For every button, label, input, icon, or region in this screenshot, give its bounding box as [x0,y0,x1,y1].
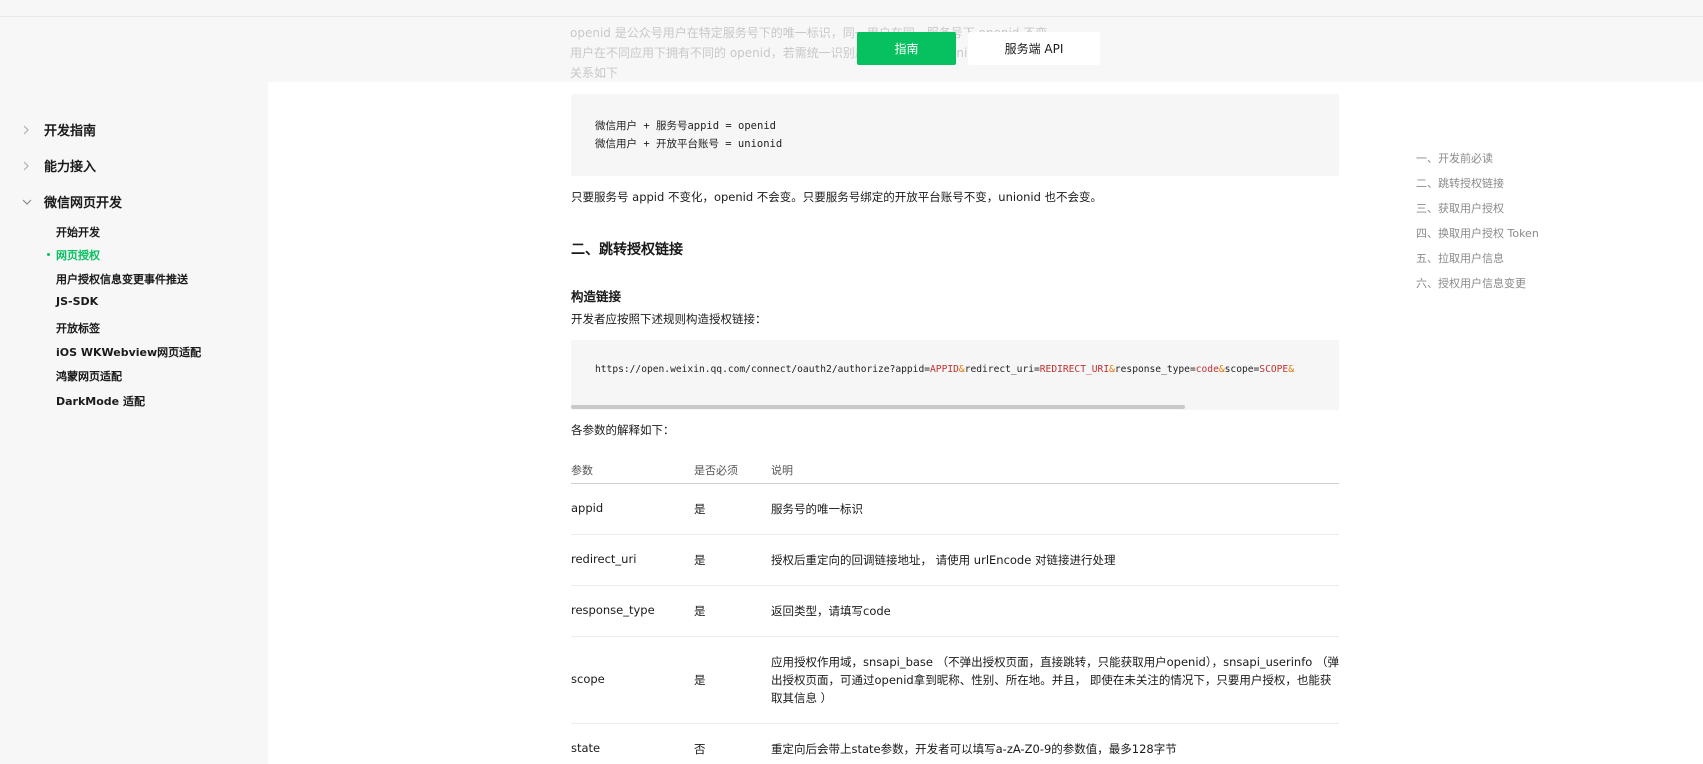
doc-type-tabs: 指南 服务端 API [857,32,1100,65]
param-cell: response_type [571,603,655,617]
code-block-id-relation: 微信用户 + 服务号appid = openid 微信用户 + 开放平台账号 =… [571,94,1339,176]
param-cell: state [571,741,601,755]
column-header-required: 是否必须 [694,464,738,477]
toc-item-dev-prereq[interactable]: 一、开发前必读 [1416,150,1493,166]
id-stability-note: 只要服务号 appid 不变化，openid 不会变。只要服务号绑定的开放平台账… [571,190,1103,204]
horizontal-scrollbar-thumb[interactable] [571,405,1185,409]
desc-cell: 授权后重定向的回调链接地址， 请使用 urlEncode 对链接进行处理 [771,553,1116,567]
url-value: SCOPE [1259,364,1289,375]
column-header-desc: 说明 [771,464,793,477]
params-intro: 各参数的解释如下： [571,423,675,437]
table-row: scope 是 应用授权作用域，snsapi_base （不弹出授权页面，直接跳… [571,637,1339,724]
sidebar-group-web-dev[interactable]: 微信网页开发 [22,192,122,211]
toc-item-get-auth[interactable]: 三、获取用户授权 [1416,200,1504,216]
required-cell: 是 [694,502,706,516]
table-row: redirect_uri 是 授权后重定向的回调链接地址， 请使用 urlEnc… [571,535,1339,586]
active-dot-icon [47,253,50,256]
sidebar-group-capability[interactable]: 能力接入 [22,156,96,175]
page: openid 是公众号用户在特定服务号下的唯一标识，同一用户在同一服务号下 op… [0,0,1703,764]
subsection-intro: 开发者应按照下述规则构造授权链接： [571,312,767,326]
desc-cell: 重定向后会带上state参数，开发者可以填写a-zA-Z0-9的参数值，最多12… [771,742,1177,756]
required-cell: 是 [694,604,706,618]
url-base: https://open.weixin.qq.com/connect/oauth… [595,364,931,375]
url-value: APPID [930,364,959,375]
table-header: 参数 是否必须 说明 [571,452,1339,484]
table-row: state 否 重定向后会带上state参数，开发者可以填写a-zA-Z0-9的… [571,724,1339,764]
param-cell: scope [571,672,605,686]
chevron-right-icon [22,125,44,135]
sidebar-group-dev-guide[interactable]: 开发指南 [22,120,96,139]
sidebar-item-darkmode[interactable]: DarkMode 适配 [56,393,145,409]
section-title: 二、跳转授权链接 [571,242,683,258]
desc-cell: 服务号的唯一标识 [771,502,863,516]
code-line: 微信用户 + 开放平台账号 = unionid [595,138,783,150]
chevron-down-icon [22,198,44,206]
header-band: openid 是公众号用户在特定服务号下的唯一标识，同一用户在同一服务号下 op… [0,17,1703,82]
required-cell: 否 [694,742,706,756]
code-line: 微信用户 + 服务号appid = openid [595,120,776,132]
top-border-strip [0,0,1703,17]
param-cell: appid [571,501,604,515]
sidebar-group-label: 能力接入 [44,160,97,175]
url-value: code [1195,364,1219,375]
sidebar-item-js-sdk[interactable]: JS-SDK [56,295,98,308]
tab-server-api[interactable]: 服务端 API [968,32,1100,65]
sidebar-item-start-dev[interactable]: 开始开发 [56,224,100,240]
required-cell: 是 [694,673,706,687]
desc-cell: 应用授权作用域，snsapi_base （不弹出授权页面，直接跳转，只能获取用户… [771,655,1339,705]
sidebar-item-auth-change-push[interactable]: 用户授权信息变更事件推送 [56,271,188,287]
url-key: scope= [1224,364,1260,375]
sidebar-item-harmony[interactable]: 鸿蒙网页适配 [56,368,122,384]
column-header-param: 参数 [571,464,593,477]
table-row: appid 是 服务号的唯一标识 [571,484,1339,535]
sidebar-item-web-auth[interactable]: 网页授权 [56,247,100,263]
url-amp: & [1288,364,1294,375]
url-value: REDIRECT_URI [1039,364,1110,375]
sidebar-group-label: 微信网页开发 [44,196,123,211]
sidebar-item-open-tag[interactable]: 开放标签 [56,320,100,336]
code-block-auth-url: https://open.weixin.qq.com/connect/oauth… [571,340,1339,408]
auth-url-line: https://open.weixin.qq.com/connect/oauth… [595,364,1294,375]
toc-item-redirect-link[interactable]: 二、跳转授权链接 [1416,175,1504,191]
sidebar-group-label: 开发指南 [44,124,97,139]
toc-item-pull-userinfo[interactable]: 五、拉取用户信息 [1416,250,1504,266]
tab-guide[interactable]: 指南 [857,32,956,65]
url-key: response_type= [1114,364,1196,375]
toc-item-exchange-token[interactable]: 四、换取用户授权 Token [1416,225,1539,241]
ghost-line: 关系如下： [570,66,618,80]
url-key: redirect_uri= [964,364,1040,375]
toc-item-auth-change[interactable]: 六、授权用户信息变更 [1416,275,1526,291]
required-cell: 是 [694,553,706,567]
sidebar-item-ios-wkwebview[interactable]: iOS WKWebview网页适配 [56,344,201,360]
desc-cell: 返回类型，请填写code [771,604,891,618]
sidebar: 开发指南 能力接入 微信网页开发 开始开发 网页授权 用户授权信息变更事件推送 … [0,82,268,764]
chevron-right-icon [22,161,44,171]
subsection-title: 构造链接 [571,289,622,304]
param-cell: redirect_uri [571,552,637,566]
table-row: response_type 是 返回类型，请填写code [571,586,1339,637]
